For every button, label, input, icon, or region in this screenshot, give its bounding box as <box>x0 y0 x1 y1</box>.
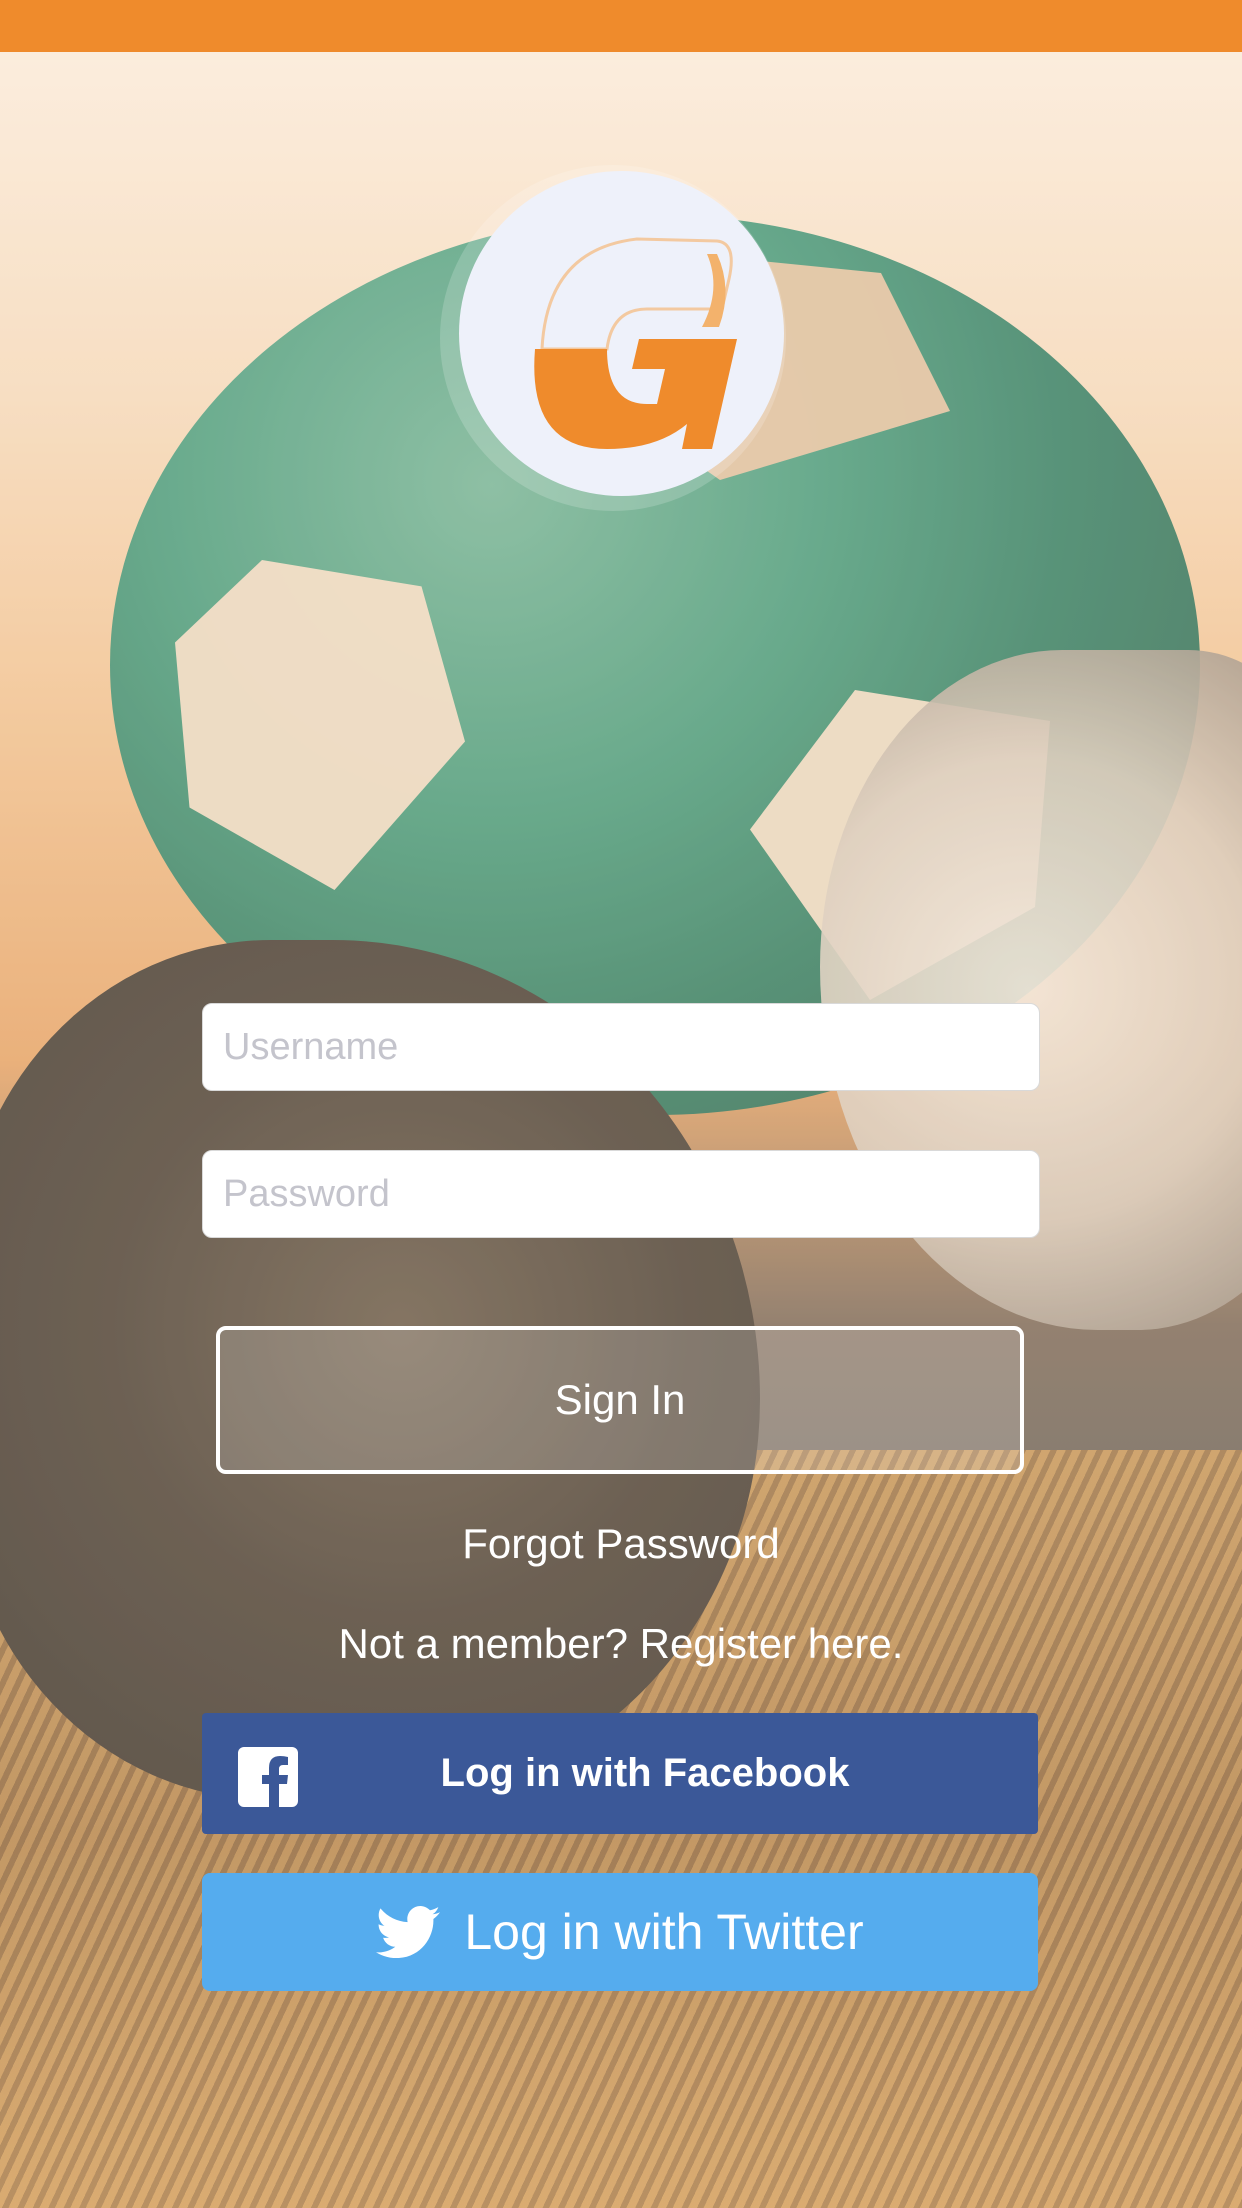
username-input[interactable] <box>203 1004 1039 1090</box>
password-input[interactable] <box>203 1151 1039 1237</box>
password-field[interactable] <box>202 1150 1040 1238</box>
twitter-login-label: Log in with Twitter <box>464 1904 864 1960</box>
status-bar <box>0 0 1242 52</box>
sign-in-button[interactable]: Sign In <box>216 1326 1024 1474</box>
twitter-bird-icon <box>376 1906 441 1958</box>
g-logo-icon <box>533 236 737 449</box>
app-logo <box>459 171 784 496</box>
forgot-password-link[interactable]: Forgot Password <box>0 1520 1242 1568</box>
register-link[interactable]: Not a member? Register here. <box>0 1620 1242 1668</box>
facebook-icon <box>238 1747 298 1807</box>
twitter-login-button[interactable]: Log in with Twitter <box>202 1873 1038 1991</box>
username-field[interactable] <box>202 1003 1040 1091</box>
facebook-login-label: Log in with Facebook <box>440 1751 850 1795</box>
login-screen: Sign In Forgot Password Not a member? Re… <box>0 0 1242 2208</box>
facebook-login-button[interactable]: Log in with Facebook <box>202 1713 1038 1834</box>
